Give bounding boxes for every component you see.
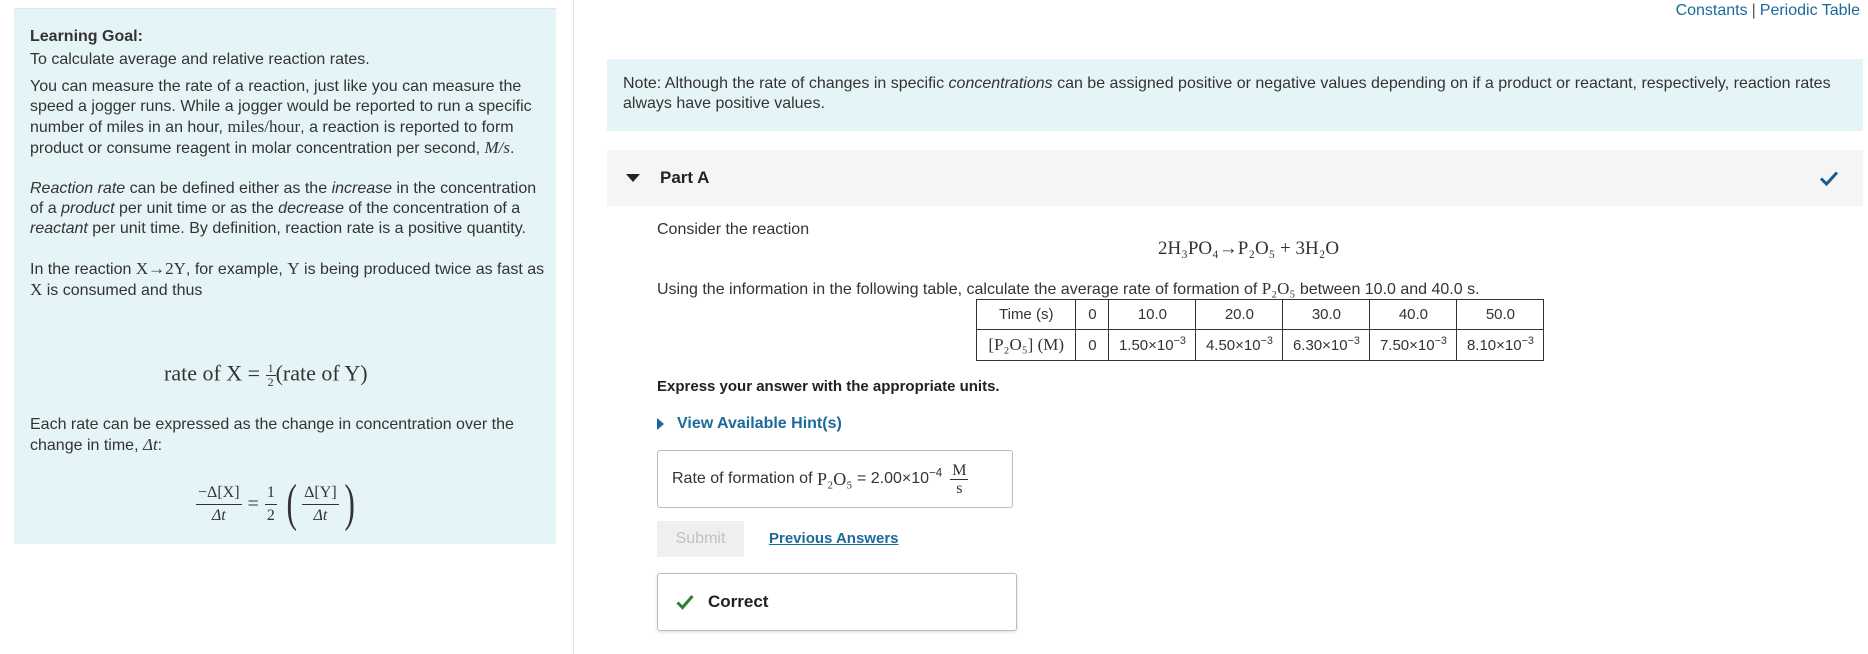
learning-goal-paragraph-definition: Reaction rate can be defined either as t…: [30, 180, 537, 237]
table-header-time: Time (s): [975, 299, 1077, 330]
product-rate-fraction: Δ[Y] Δt: [302, 483, 339, 524]
view-hints-toggle[interactable]: View Available Hint(s): [657, 415, 842, 433]
table-row: Time (s) 0 10.0 20.0 30.0 40.0 50.0: [975, 299, 1545, 330]
reactant-rate-fraction: −Δ[X] Δt: [196, 483, 242, 524]
constants-link[interactable]: Constants: [1676, 2, 1748, 19]
part-title: Part A: [660, 168, 710, 187]
concentration-table: Time (s) 0 10.0 20.0 30.0 40.0 50.0 [P₂O…: [975, 299, 1545, 361]
correct-check-icon: [676, 595, 694, 610]
top-links: Constants | Periodic Table: [1675, 2, 1860, 19]
part-a-header[interactable]: Part A: [607, 150, 1863, 206]
table-header-concentration: [P₂O₅] (M): [975, 329, 1077, 361]
note-box: Note: Although the rate of changes in sp…: [607, 59, 1863, 131]
learning-goal-paragraph-example: In the reaction X→2Y, for example, Y is …: [30, 259, 545, 299]
consider-text: Consider the reaction: [657, 221, 810, 238]
rate-relation-equation: rate of X = 1 2 (rate of Y): [164, 360, 368, 389]
reaction-equation: 2H₃PO₄→P₂O₅ + 3H₂O: [1158, 238, 1340, 259]
question-text: Using the information in the following t…: [657, 279, 1480, 298]
table-row: [P₂O₅] (M) 0 1.50×10−3 4.50×10−3 6.30×10…: [975, 329, 1545, 361]
answer-box[interactable]: Rate of formation of P₂O₅ = 2.00×10−4 M …: [657, 450, 1013, 508]
correct-feedback: Correct: [657, 573, 1017, 631]
instructions-text: Express your answer with the appropriate…: [657, 378, 1000, 395]
learning-goal-intro: To calculate average and relative reacti…: [30, 51, 370, 68]
learning-goal-paragraph-expression: Each rate can be expressed as the change…: [30, 416, 514, 454]
answer-value: 2.00×10−4: [870, 467, 943, 487]
previous-answers-link[interactable]: Previous Answers: [769, 530, 899, 547]
rate-fraction-equation: −Δ[X] Δt = 1 2 ( Δ[Y] Δt ): [196, 475, 355, 532]
one-half-fraction: 1 2: [265, 361, 276, 389]
collapse-triangle-icon[interactable]: [626, 174, 640, 182]
submit-button[interactable]: Submit: [657, 521, 744, 557]
periodic-table-link[interactable]: Periodic Table: [1760, 2, 1860, 19]
learning-goal-paragraph-rates: You can measure the rate of a reaction, …: [30, 78, 532, 157]
expand-triangle-icon: [657, 418, 664, 430]
answer-unit: M s: [950, 461, 969, 497]
checkmark-icon: [1819, 171, 1839, 187]
learning-goal-panel: Learning Goal: To calculate average and …: [14, 8, 556, 544]
panel-divider: [573, 0, 574, 654]
learning-goal-title: Learning Goal:: [30, 28, 143, 45]
